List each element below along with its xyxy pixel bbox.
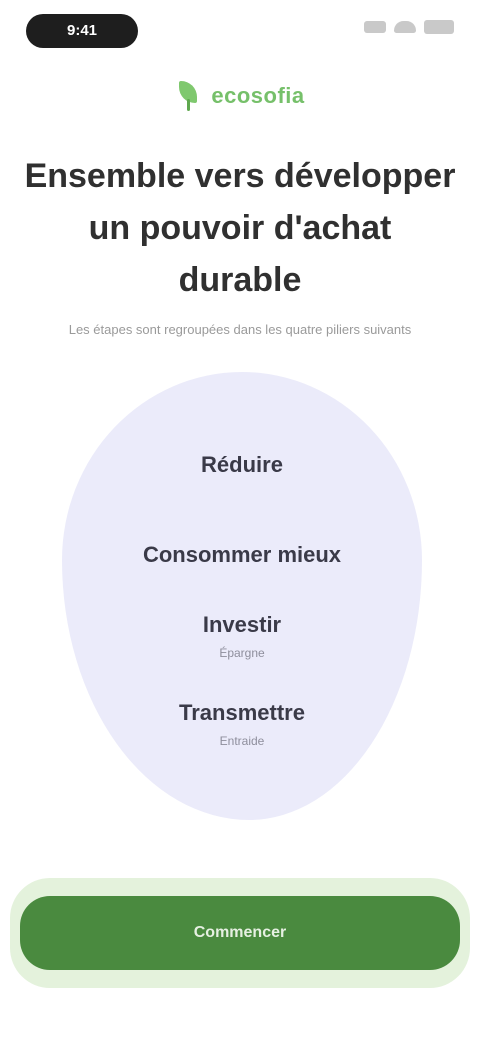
brand-logo: ecosofia xyxy=(0,74,480,118)
pillar-subtitle: Épargne xyxy=(219,646,265,660)
pillar-item: Transmettre Entraide xyxy=(62,698,422,750)
leaf-icon xyxy=(175,81,201,111)
pillar-subtitle: Entraide xyxy=(219,734,265,748)
pillar-item: Réduire xyxy=(62,450,422,484)
signal-icon xyxy=(364,21,386,33)
pillar-title: Investir xyxy=(202,612,282,637)
pillars-list: Réduire Consommer mieux Investir Épargne… xyxy=(62,372,422,820)
brand-name: ecosofia xyxy=(211,83,305,108)
pillar-title: Transmettre xyxy=(179,700,305,725)
status-time: 9:41 xyxy=(66,22,98,39)
pillar-item: Consommer mieux xyxy=(62,540,422,574)
page-title: Ensemble vers développer un pouvoir d'ac… xyxy=(24,157,456,299)
battery-icon xyxy=(424,20,454,34)
pillar-title: Consommer mieux xyxy=(142,542,342,567)
status-time-pill: 9:41 xyxy=(26,14,138,48)
pillar-item: Investir Épargne xyxy=(62,610,422,662)
pillar-title: Réduire xyxy=(201,452,283,477)
status-bar: 9:41 xyxy=(0,0,480,64)
start-button[interactable]: Commencer xyxy=(20,896,460,970)
wifi-icon xyxy=(394,21,416,33)
page-subtitle: Les étapes sont regroupées dans les quat… xyxy=(68,322,412,337)
status-icons xyxy=(364,20,454,34)
